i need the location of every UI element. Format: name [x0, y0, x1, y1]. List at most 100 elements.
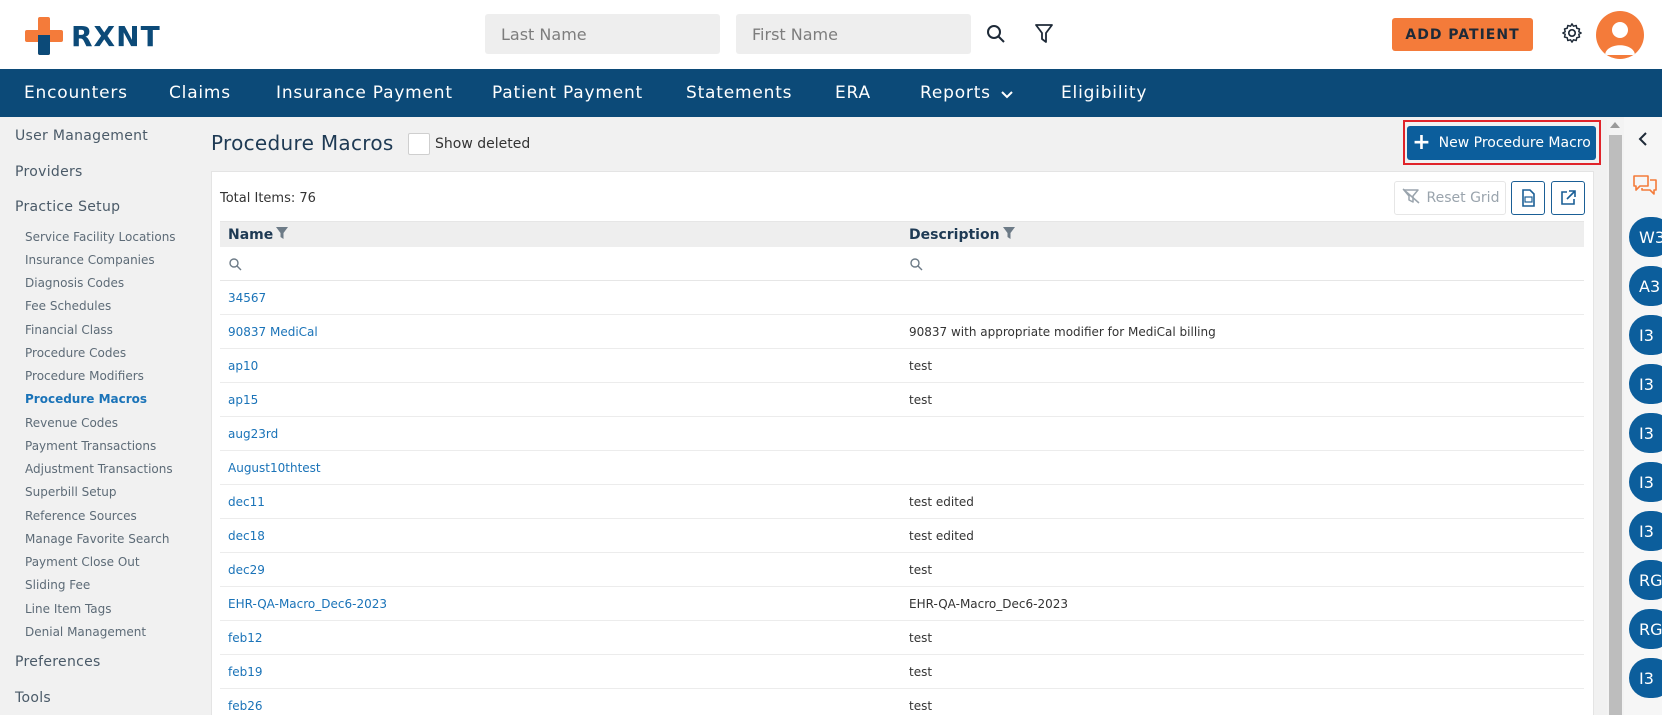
column-filter-icon[interactable] [275, 226, 289, 244]
sidebar-item-denial-management[interactable]: Denial Management [25, 625, 146, 639]
sidebar-item-payment-close-out[interactable]: Payment Close Out [25, 555, 140, 569]
sidebar-item-revenue-codes[interactable]: Revenue Codes [25, 416, 118, 430]
sidebar-item-reference-sources[interactable]: Reference Sources [25, 509, 137, 523]
sidebar-item-diagnosis-codes[interactable]: Diagnosis Codes [25, 276, 124, 290]
chevron-left-icon[interactable] [1638, 131, 1648, 150]
macro-name-link[interactable]: EHR-QA-Macro_Dec6-2023 [228, 597, 387, 611]
chat-user-avatar[interactable]: W3 [1629, 217, 1662, 257]
table-row[interactable]: ap15 test [220, 383, 1584, 417]
sidebar-item-line-item-tags[interactable]: Line Item Tags [25, 602, 112, 616]
chat-user-avatar[interactable]: A3 [1629, 266, 1662, 306]
macro-name-link[interactable]: feb12 [228, 631, 263, 645]
scroll-up-arrow-icon[interactable] [1610, 122, 1620, 128]
macro-name-link[interactable]: ap15 [228, 393, 258, 407]
sidebar-item-procedure-codes[interactable]: Procedure Codes [25, 346, 126, 360]
table-row[interactable]: EHR-QA-Macro_Dec6-2023 EHR-QA-Macro_Dec6-… [220, 587, 1584, 621]
nav-statements[interactable]: Statements [686, 83, 792, 103]
chat-user-avatar[interactable]: I3 [1629, 315, 1662, 355]
rxnt-logo[interactable]: RXNT [25, 16, 161, 56]
nav-encounters[interactable]: Encounters [24, 83, 128, 103]
sidebar-item-sliding-fee[interactable]: Sliding Fee [25, 578, 90, 592]
macro-name-link[interactable]: dec11 [228, 495, 265, 509]
table-row[interactable]: 90837 MediCal 90837 with appropriate modi… [220, 315, 1584, 349]
sidebar-item-financial-class[interactable]: Financial Class [25, 323, 113, 337]
macro-name-link[interactable]: feb26 [228, 699, 263, 713]
macro-name-link[interactable]: August10thtest [228, 461, 321, 475]
table-row[interactable]: ap10 test [220, 349, 1584, 383]
table-row[interactable]: August10thtest [220, 451, 1584, 485]
reset-grid-button[interactable]: Reset Grid [1394, 181, 1506, 215]
search-icon[interactable] [910, 256, 923, 275]
show-deleted-label[interactable]: Show deleted [435, 136, 530, 152]
chat-user-avatar[interactable]: I3 [1629, 462, 1662, 502]
table-row[interactable]: dec11 test edited [220, 485, 1584, 519]
vertical-scrollbar[interactable] [1607, 119, 1624, 715]
nav-insurance-payment[interactable]: Insurance Payment [276, 83, 453, 103]
filter-clear-icon [1401, 188, 1421, 208]
table-row[interactable]: dec29 test [220, 553, 1584, 587]
sidebar-item-fee-schedules[interactable]: Fee Schedules [25, 299, 111, 313]
table-row[interactable]: dec18 test edited [220, 519, 1584, 553]
first-name-input[interactable] [736, 14, 971, 54]
scroll-thumb[interactable] [1609, 135, 1622, 715]
new-procedure-macro-button[interactable]: + New Procedure Macro [1407, 126, 1596, 160]
filter-icon[interactable] [1030, 20, 1058, 48]
sidebar-preferences[interactable]: Preferences [15, 654, 101, 670]
table-row[interactable]: feb26 test [220, 689, 1584, 715]
macro-name-link[interactable]: ap10 [228, 359, 258, 373]
nav-eligibility[interactable]: Eligibility [1061, 83, 1147, 103]
macro-description: 90837 with appropriate modifier for Medi… [909, 325, 1216, 339]
sidebar-tools[interactable]: Tools [15, 690, 51, 706]
plus-icon: + [1412, 130, 1431, 155]
export-icon[interactable] [1551, 181, 1585, 215]
pdf-export-icon[interactable] [1511, 181, 1545, 215]
search-icon[interactable] [982, 20, 1010, 48]
chat-user-avatar[interactable]: RG [1629, 609, 1662, 649]
sidebar-providers[interactable]: Providers [15, 164, 83, 180]
show-deleted-checkbox[interactable] [408, 133, 430, 155]
macro-name-link[interactable]: dec18 [228, 529, 265, 543]
chat-user-avatar[interactable]: I3 [1629, 658, 1662, 698]
nav-claims[interactable]: Claims [169, 83, 231, 103]
last-name-input[interactable] [485, 14, 720, 54]
macro-name-link[interactable]: 90837 MediCal [228, 325, 318, 339]
search-icon[interactable] [229, 256, 242, 275]
logo-mark-icon [25, 17, 63, 55]
macro-description: EHR-QA-Macro_Dec6-2023 [909, 597, 1068, 611]
sidebar-item-manage-favorite-search[interactable]: Manage Favorite Search [25, 532, 169, 546]
sidebar-item-payment-transactions[interactable]: Payment Transactions [25, 439, 156, 453]
user-avatar[interactable] [1596, 11, 1644, 59]
column-header-name[interactable]: Name [228, 226, 289, 244]
table-row[interactable]: aug23rd [220, 417, 1584, 451]
sidebar-item-superbill-setup[interactable]: Superbill Setup [25, 485, 117, 499]
chat-user-avatar[interactable]: RG [1629, 560, 1662, 600]
table-row[interactable]: feb12 test [220, 621, 1584, 655]
nav-reports[interactable]: Reports [920, 83, 991, 103]
sidebar-user-management[interactable]: User Management [15, 128, 148, 144]
sidebar-item-adjustment-transactions[interactable]: Adjustment Transactions [25, 462, 173, 476]
sidebar-item-insurance-companies[interactable]: Insurance Companies [25, 253, 155, 267]
chat-user-avatar[interactable]: I3 [1629, 511, 1662, 551]
nav-patient-payment[interactable]: Patient Payment [492, 83, 643, 103]
table-row[interactable]: feb19 test [220, 655, 1584, 689]
sidebar-item-service-facility-locations[interactable]: Service Facility Locations [25, 230, 176, 244]
chat-icon[interactable] [1632, 173, 1658, 201]
sidebar-practice-setup[interactable]: Practice Setup [15, 199, 120, 215]
macro-description: test edited [909, 495, 974, 509]
macro-name-link[interactable]: aug23rd [228, 427, 278, 441]
macro-description: test [909, 563, 933, 577]
sidebar-item-procedure-modifiers[interactable]: Procedure Modifiers [25, 369, 144, 383]
table-row[interactable]: 34567 [220, 281, 1584, 315]
macro-name-link[interactable]: feb19 [228, 665, 263, 679]
nav-era[interactable]: ERA [835, 83, 871, 103]
chevron-down-icon[interactable] [1001, 85, 1013, 105]
column-filter-icon[interactable] [1002, 226, 1016, 244]
macro-name-link[interactable]: dec29 [228, 563, 265, 577]
gear-icon[interactable] [1558, 19, 1586, 47]
macro-name-link[interactable]: 34567 [228, 291, 266, 305]
add-patient-button[interactable]: ADD PATIENT [1392, 18, 1533, 51]
chat-user-avatar[interactable]: I3 [1629, 413, 1662, 453]
sidebar-item-procedure-macros[interactable]: Procedure Macros [25, 392, 147, 406]
column-header-description[interactable]: Description [909, 226, 1016, 244]
chat-user-avatar[interactable]: I3 [1629, 364, 1662, 404]
